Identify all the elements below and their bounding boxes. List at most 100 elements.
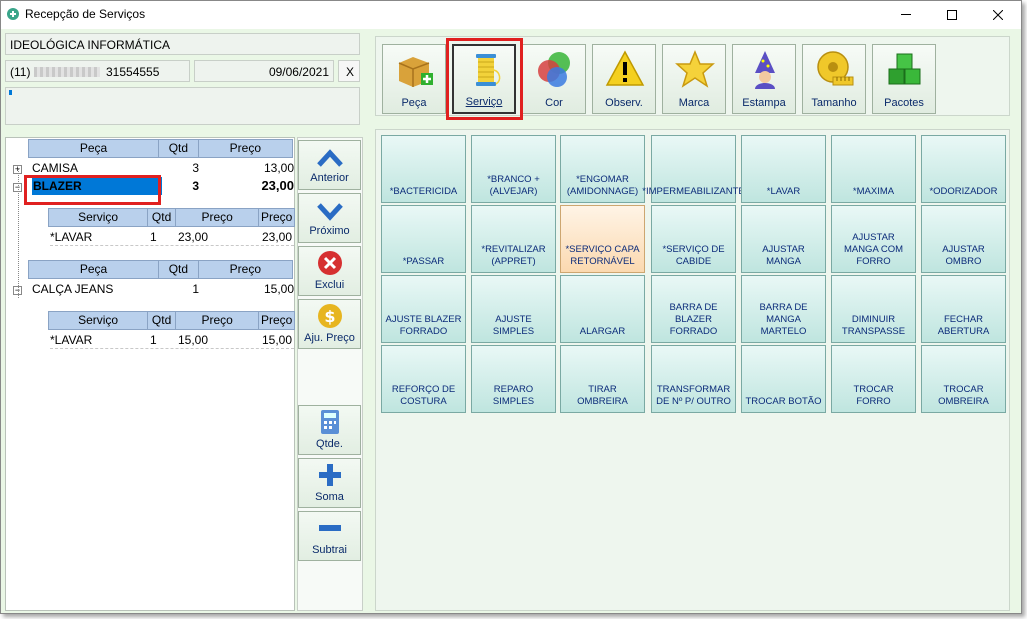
service-total: 23,00 [262,230,293,244]
next-label: Próximo [309,225,350,237]
service-button[interactable]: TIRAR OMBREIRA [560,345,645,413]
customer-name-field[interactable]: IDEOLÓGICA INFORMÁTICA [5,33,360,55]
service-button[interactable]: REPARO SIMPLES [471,345,556,413]
item-name: CALÇA JEANS [32,282,114,296]
service-button[interactable]: *ENGOMAR (AMIDONNAGE) [560,135,645,203]
header-servico: Serviço [49,312,149,329]
service-button[interactable]: DIMINUIR TRANSPASSE [831,275,916,343]
service-price: 15,00 [178,333,209,347]
title-bar[interactable]: Recepção de Serviços [1,1,1021,29]
item-price: 13,00 [263,161,294,175]
observ-label: Observ. [605,97,643,109]
service-button[interactable]: *REVITALIZAR (APPRET) [471,205,556,273]
service-button[interactable]: AJUSTE BLAZER FORRADO [381,275,466,343]
header-preco-total: Preço [260,313,293,327]
service-button[interactable]: TRANSFORMAR DE Nº P/ OUTRO [651,345,736,413]
service-button[interactable]: AJUSTAR MANGA COM FORRO [831,205,916,273]
service-button[interactable]: *SERVIÇO CAPA RETORNÁVEL [560,205,645,273]
quantity-button[interactable]: Qtde. [298,405,361,455]
close-button[interactable] [975,1,1021,29]
tree-line [18,168,19,298]
warning-icon [605,50,645,86]
service-button[interactable]: BARRA DE MANGA MARTELO [741,275,826,343]
service-price: 23,00 [178,230,209,244]
marca-button[interactable]: Marca [662,44,726,114]
peca-button[interactable]: Peça [382,44,446,114]
notes-field[interactable] [5,87,360,125]
arrow-down-icon [316,203,343,221]
tamanho-button[interactable]: Tamanho [802,44,866,114]
header-preco: Preço [176,209,260,226]
service-button[interactable]: BARRA DE BLAZER FORRADO [651,275,736,343]
delete-icon [317,251,342,275]
phone-field[interactable]: (11) 31554555 [5,60,190,82]
table-row[interactable]: CALÇA JEANS 1 15,00 [32,280,294,298]
highlight-blazer [24,175,161,205]
header-preco: Preço [229,141,262,155]
calculator-icon [320,410,339,434]
service-button[interactable]: AJUSTE SIMPLES [471,275,556,343]
header-qtd: Qtd [148,312,176,329]
service-button[interactable]: *LAVAR [741,135,826,203]
date-value: 09/06/2021 [268,65,329,79]
clear-customer-button[interactable]: X [338,60,360,82]
add-button[interactable]: Soma [298,458,361,508]
adjust-price-button[interactable]: $ Aju. Preço [298,299,361,349]
header-preco: Preço [229,262,262,276]
service-button[interactable]: AJUSTAR OMBRO [921,205,1006,273]
service-button[interactable]: *ODORIZADOR [921,135,1006,203]
item-qty: 3 [192,161,199,175]
cubes-icon [888,53,921,85]
service-button[interactable]: *BRANCO + (ALVEJAR) [471,135,556,203]
items-grid[interactable]: Peça Qtd Preço + CAMISA 3 13,00 − BLAZER… [5,137,295,611]
service-name: *LAVAR [50,230,93,244]
subtract-label: Subtrai [312,544,347,556]
maximize-button[interactable] [929,1,975,29]
phone-prefix: (11) [10,65,31,79]
service-button[interactable]: TROCAR FORRO [831,345,916,413]
service-button[interactable]: TROCAR OMBREIRA [921,345,1006,413]
service-button[interactable]: ALARGAR [560,275,645,343]
previous-button[interactable]: Anterior [298,140,361,190]
service-button[interactable]: *MAXIMA [831,135,916,203]
header-preco: Preço [176,312,260,329]
observ-button[interactable]: Observ. [592,44,656,114]
subtract-button[interactable]: Subtrai [298,511,361,561]
adjust-price-label: Aju. Preço [304,332,355,344]
phone-blurred [34,67,100,77]
cor-button[interactable]: Cor [522,44,586,114]
arrow-up-icon [316,149,343,167]
window-title: Recepção de Serviços [25,7,146,21]
pacotes-label: Pacotes [884,97,924,109]
header-peca: Peça [29,140,160,157]
marca-label: Marca [678,97,710,109]
color-circles-icon [538,52,570,87]
service-qty: 1 [150,230,157,244]
header-preco-total: Preço [260,210,293,224]
service-button[interactable]: *IMPERMEABILIZANTE [642,135,745,203]
service-button[interactable]: *BACTERICIDA [381,135,466,203]
highlight-servico [446,38,523,120]
service-button[interactable]: REFORÇO DE COSTURA [381,345,466,413]
add-label: Soma [315,491,344,503]
service-name: *LAVAR [50,333,93,347]
minimize-button[interactable] [883,1,929,29]
grid-header: Peça Qtd Preço [28,139,293,158]
estampa-button[interactable]: Estampa [732,44,796,114]
next-button[interactable]: Próximo [298,193,361,243]
item-price: 15,00 [263,282,294,296]
service-button[interactable]: *SERVIÇO DE CABIDE [651,205,736,273]
tamanho-label: Tamanho [811,97,857,109]
pacotes-button[interactable]: Pacotes [872,44,936,114]
service-button[interactable]: TROCAR BOTÃO [741,345,826,413]
service-button[interactable]: AJUSTAR MANGA [741,205,826,273]
phone-number: 31554555 [106,65,160,79]
delete-button[interactable]: Exclui [298,246,361,296]
service-button[interactable]: FECHAR ABERTURA [921,275,1006,343]
service-button[interactable]: *PASSAR [381,205,466,273]
service-row[interactable]: *LAVAR 1 23,00 23,00 [50,228,294,246]
measuring-tape-icon [817,51,854,86]
service-row[interactable]: *LAVAR 1 15,00 15,00 [50,331,294,349]
header-qtd: Qtd [148,209,176,226]
date-field[interactable]: 09/06/2021 [194,60,334,82]
